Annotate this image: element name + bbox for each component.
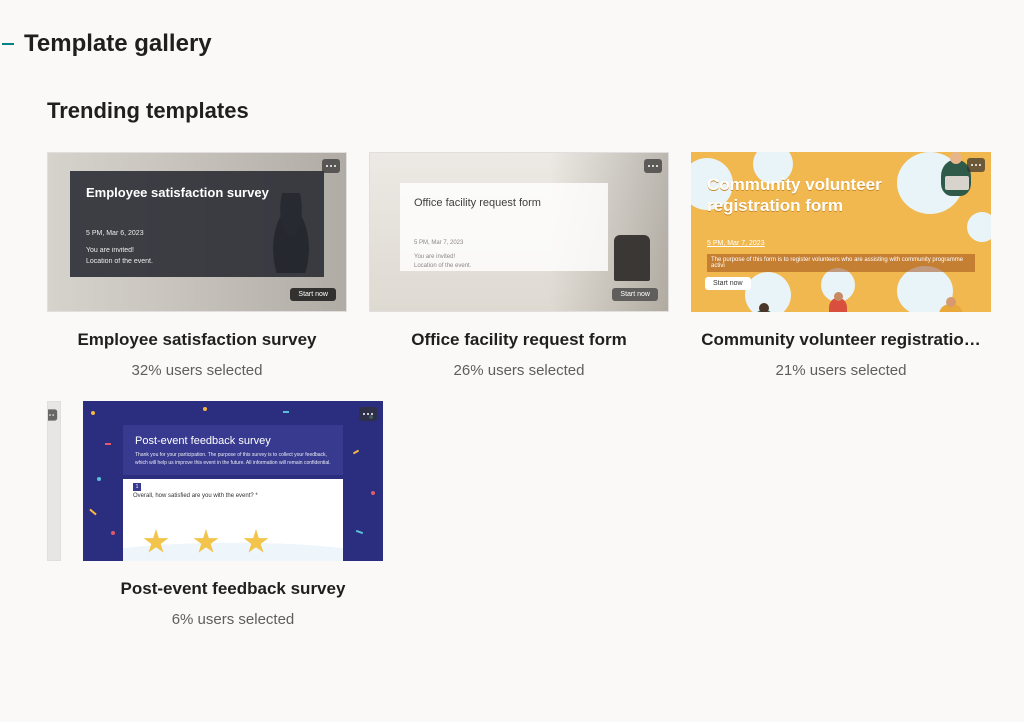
page-title: Template gallery [24, 30, 212, 58]
template-card-partial[interactable] [47, 401, 61, 561]
thumb-heading: Post-event feedback survey [135, 435, 331, 447]
template-stats: 26% users selected [369, 362, 669, 379]
section-title: Trending templates [47, 98, 1024, 124]
template-thumbnail: Employee satisfaction survey 5 PM, Mar 6… [47, 152, 347, 312]
template-stats: 32% users selected [47, 362, 347, 379]
template-card-post-event-feedback[interactable]: Post-event feedback survey Thank you for… [83, 401, 383, 628]
template-title: Community volunteer registratio… [691, 330, 991, 350]
template-card-employee-satisfaction[interactable]: Employee satisfaction survey 5 PM, Mar 6… [47, 152, 347, 379]
template-stats: 21% users selected [691, 362, 991, 379]
trending-section: Trending templates Employee satisfaction… [0, 58, 1024, 628]
thumb-heading: Community volunteer registration form [707, 174, 882, 217]
template-stats: 6% users selected [83, 611, 383, 628]
more-icon[interactable] [967, 158, 985, 172]
template-card-office-facility[interactable]: Office facility request form 5 PM, Mar 7… [369, 152, 669, 379]
thumb-date: 5 PM, Mar 7, 2023 [707, 240, 765, 247]
thumb-start-button: Start now [612, 288, 658, 301]
collapse-icon[interactable] [2, 43, 14, 45]
thumb-line: Location of the event. [414, 262, 594, 272]
star-icon [243, 529, 269, 555]
thumb-heading: Employee satisfaction survey [86, 185, 308, 200]
thumb-question: Overall, how satisfied are you with the … [133, 493, 258, 499]
template-thumbnail: Community volunteer registration form 5 … [691, 152, 991, 312]
thumb-line: You are invited! [86, 245, 308, 256]
more-icon[interactable] [47, 409, 57, 420]
thumb-start-button: Start now [290, 288, 336, 301]
star-icon [143, 529, 169, 555]
thumb-date: 5 PM, Mar 7, 2023 [414, 239, 594, 249]
thumb-stars [143, 529, 269, 555]
thumb-line: You are invited! [414, 253, 594, 263]
star-icon [193, 529, 219, 555]
thumb-sub: Thank you for your participation. The pu… [135, 452, 331, 467]
more-icon[interactable] [322, 159, 340, 173]
thumb-line: Location of the event. [86, 256, 308, 267]
thumb-question-number: 1 [133, 483, 141, 491]
template-card-community-volunteer[interactable]: Community volunteer registration form 5 … [691, 152, 991, 379]
thumb-date: 5 PM, Mar 6, 2023 [86, 228, 308, 239]
template-title: Office facility request form [369, 330, 669, 350]
template-grid: Employee satisfaction survey 5 PM, Mar 6… [47, 152, 1024, 628]
thumb-heading: Office facility request form [414, 197, 594, 209]
template-title: Employee satisfaction survey [47, 330, 347, 350]
template-thumbnail: Office facility request form 5 PM, Mar 7… [369, 152, 669, 312]
page-header: Template gallery [0, 0, 1024, 58]
template-thumbnail: Post-event feedback survey Thank you for… [83, 401, 383, 561]
thumb-desc: The purpose of this form is to register … [707, 254, 975, 272]
thumb-start-button: Start now [705, 277, 751, 290]
more-icon[interactable] [644, 159, 662, 173]
more-icon[interactable] [359, 407, 377, 421]
template-title: Post-event feedback survey [83, 579, 383, 599]
